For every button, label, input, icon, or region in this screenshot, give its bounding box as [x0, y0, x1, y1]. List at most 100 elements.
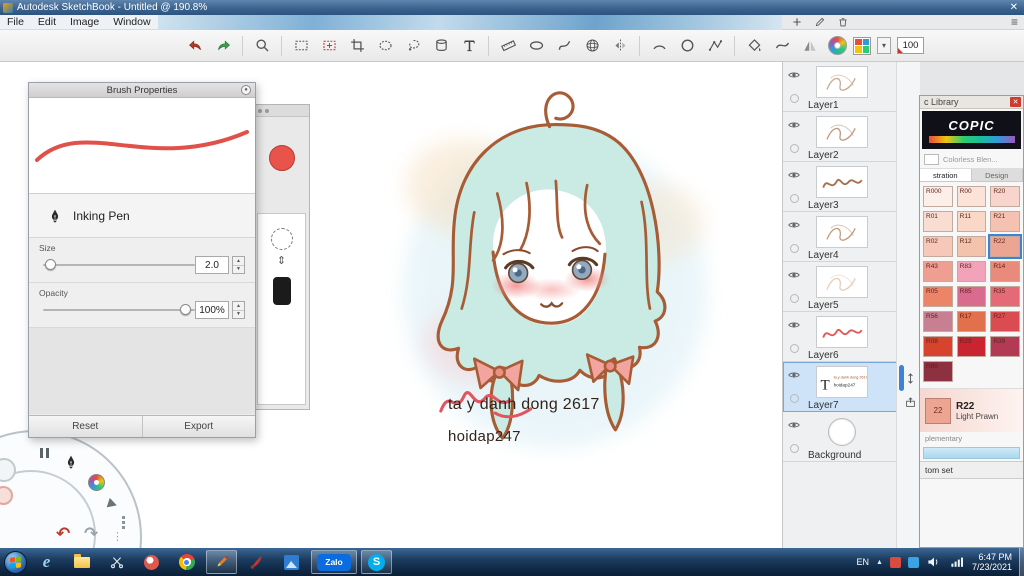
circle-icon[interactable]	[675, 34, 699, 58]
start-button[interactable]	[4, 550, 27, 574]
symmetry-icon[interactable]	[608, 34, 632, 58]
taskbar-app-zalo[interactable]: Zalo	[311, 550, 357, 574]
size-value[interactable]: 2.0	[195, 256, 229, 274]
layer-thumbnail[interactable]	[816, 266, 868, 298]
layer-lock-circle[interactable]	[790, 144, 799, 153]
taskbar-app-skype[interactable]: S	[361, 550, 392, 574]
copic-swatch-r29[interactable]: R29	[956, 336, 987, 357]
layer-row-layer1[interactable]: Layer1	[783, 62, 897, 112]
layers-scrollbar[interactable]	[896, 62, 920, 548]
export-button[interactable]: Export	[142, 416, 255, 437]
add-layer-button[interactable]	[790, 15, 804, 29]
menu-window[interactable]: Window	[106, 15, 157, 29]
size-slider-thumb[interactable]	[45, 259, 56, 270]
layer-visibility-eye-icon[interactable]	[787, 318, 802, 330]
layer-visibility-eye-icon[interactable]	[787, 218, 802, 230]
volume-icon[interactable]	[926, 554, 942, 570]
copic-swatch-r43[interactable]: R43	[923, 261, 953, 282]
colorless-blender-item[interactable]: Colorless Blen...	[920, 151, 1023, 169]
layer-lock-circle[interactable]	[790, 294, 799, 303]
copic-swatch-r27[interactable]: R27	[990, 311, 1020, 332]
polyline-icon[interactable]	[703, 34, 727, 58]
close-window-button[interactable]: ✕	[1010, 2, 1018, 13]
layer-visibility-eye-icon[interactable]	[787, 168, 802, 180]
mirror-canvas-icon[interactable]	[798, 34, 822, 58]
french-curve-icon[interactable]	[552, 34, 576, 58]
copic-swatch-r05[interactable]: R05	[923, 286, 953, 307]
puck-panel-header[interactable]	[254, 105, 309, 117]
tray-app-icon-red[interactable]	[889, 556, 901, 568]
redo-icon[interactable]	[211, 34, 235, 58]
ruler-icon[interactable]	[496, 34, 520, 58]
layer-row-layer4[interactable]: Layer4	[783, 212, 897, 262]
lagoon-dots-icon[interactable]	[122, 514, 125, 531]
fill-icon[interactable]	[742, 34, 766, 58]
swap-icon[interactable]: ⇕	[258, 254, 305, 267]
copic-swatch-r14[interactable]: R14	[990, 261, 1020, 282]
layer-visibility-eye-icon[interactable]	[787, 118, 802, 130]
lagoon-pause-icon[interactable]	[38, 445, 50, 463]
taskbar-app-snipping-tool[interactable]	[101, 550, 132, 574]
copic-swatches-icon[interactable]	[853, 36, 871, 55]
menu-edit[interactable]: Edit	[31, 15, 63, 29]
layer-row-layer5[interactable]: Layer5	[783, 262, 897, 312]
marquee-icon[interactable]	[289, 34, 313, 58]
transform-icon[interactable]	[317, 34, 341, 58]
brush-size-box[interactable]: 100	[897, 37, 924, 54]
tab-design[interactable]: Design	[971, 169, 1023, 181]
copic-swatch-r83[interactable]: R83	[956, 261, 987, 282]
layer-row-layer7[interactable]: Tta y danh dong 2617 hoidap247 Layer7	[783, 362, 897, 412]
copic-swatch-r21[interactable]: R21	[990, 211, 1020, 232]
lagoon-color-icon[interactable]	[88, 474, 105, 491]
taskbar-clock[interactable]: 6:47 PM 7/23/2021	[972, 552, 1012, 572]
layer-thumbnail[interactable]	[816, 216, 868, 248]
layer-thumbnail[interactable]	[816, 416, 868, 448]
size-stepper[interactable]: ▲ ▼	[232, 256, 245, 274]
copic-swatch-r56[interactable]: R56	[923, 311, 953, 332]
copic-close-icon[interactable]: ✕	[1010, 97, 1021, 107]
menu-file[interactable]: File	[0, 15, 31, 29]
stabilizer-icon[interactable]	[770, 34, 794, 58]
tab-illustration[interactable]: stration	[920, 169, 972, 181]
language-indicator[interactable]: EN	[857, 557, 870, 567]
active-color-puck[interactable]	[268, 145, 295, 171]
layer-thumbnail[interactable]	[816, 116, 868, 148]
hidden-icons-icon[interactable]: ▲	[876, 559, 883, 566]
panel-close-icon[interactable]: ●	[241, 85, 251, 95]
copic-swatch-r000[interactable]: R000	[923, 186, 953, 207]
taskbar-app-photos-app[interactable]	[276, 550, 307, 574]
copic-swatch-r85[interactable]: R85	[956, 286, 987, 307]
layer-lock-circle[interactable]	[790, 394, 799, 403]
copic-swatch-r01[interactable]: R01	[923, 211, 953, 232]
taskbar-app-media-app[interactable]	[136, 550, 167, 574]
color-wheel-icon[interactable]	[828, 36, 847, 55]
opacity-slider[interactable]	[43, 304, 195, 315]
text-icon[interactable]	[457, 34, 481, 58]
taskbar-app-file-explorer[interactable]	[66, 550, 97, 574]
edit-layer-button[interactable]	[813, 15, 827, 29]
layer-row-layer2[interactable]: Layer2	[783, 112, 897, 162]
layer-visibility-eye-icon[interactable]	[787, 418, 802, 430]
taskbar-app-internet-explorer[interactable]: e	[31, 550, 62, 574]
layer-swap-icon[interactable]	[904, 372, 919, 387]
layer-row-layer3[interactable]: Layer3	[783, 162, 897, 212]
taskbar-app-paint-app[interactable]	[241, 550, 272, 574]
delete-layer-button[interactable]	[836, 15, 850, 29]
copic-swatch-r11[interactable]: R11	[956, 211, 987, 232]
network-icon[interactable]	[949, 554, 965, 570]
lasso-icon[interactable]	[401, 34, 425, 58]
distort-icon[interactable]	[429, 34, 453, 58]
quick-redo-icon[interactable]: ↷	[84, 524, 98, 544]
layer-export-icon[interactable]	[904, 396, 919, 411]
copic-swatch-r35[interactable]: R35	[990, 286, 1020, 307]
layer-lock-circle[interactable]	[790, 244, 799, 253]
undo-icon[interactable]	[183, 34, 207, 58]
copic-swatch-r02[interactable]: R02	[923, 236, 953, 257]
copic-swatch-r17[interactable]: R17	[956, 311, 987, 332]
copic-swatch-r00[interactable]: R00	[956, 186, 987, 207]
zoom-icon[interactable]	[250, 34, 274, 58]
custom-set-item[interactable]: tom set	[920, 461, 1023, 479]
panel-menu-icon[interactable]: ≡	[1011, 15, 1018, 29]
ellipse-guide-icon[interactable]	[524, 34, 548, 58]
copic-swatch-r22[interactable]: R22	[988, 234, 1022, 259]
